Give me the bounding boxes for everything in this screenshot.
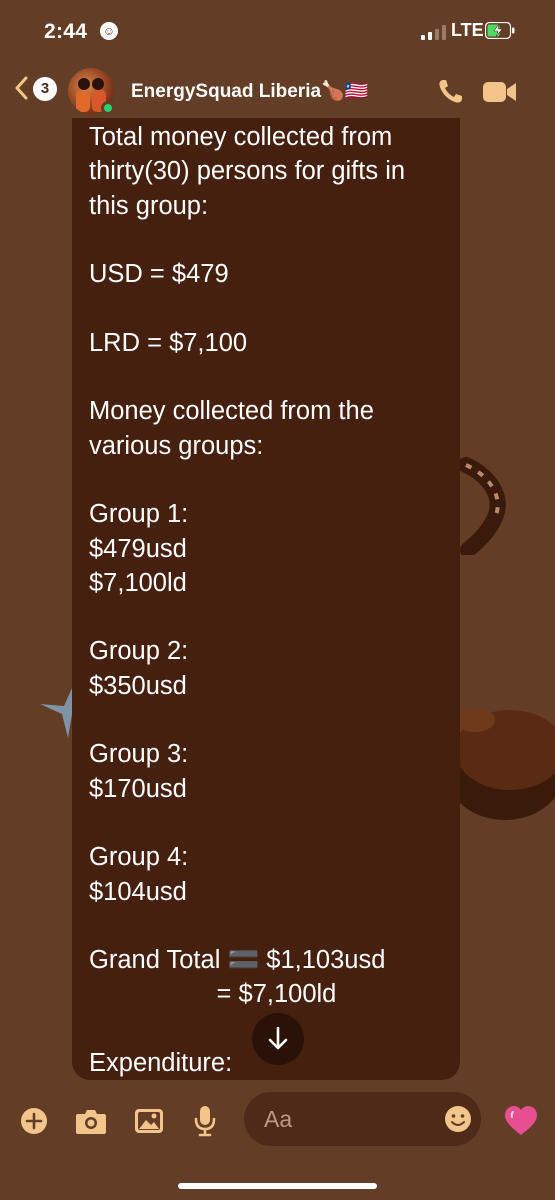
chat-header: 3 EnergySquad Liberia🍗🇱🇷 xyxy=(0,60,555,122)
phone-call-icon[interactable] xyxy=(437,77,465,105)
message-text: Total money collected from thirty(30) pe… xyxy=(89,123,406,1078)
arrow-down-icon xyxy=(268,1026,288,1050)
unread-count-badge[interactable]: 3 xyxy=(33,77,57,101)
smiley-status-icon: ☺ xyxy=(100,22,118,40)
network-type: LTE xyxy=(451,20,484,40)
plus-icon[interactable] xyxy=(20,1107,48,1135)
clock-time: 2:44 xyxy=(44,20,88,43)
battery-charging-icon xyxy=(485,22,515,39)
back-chevron-icon[interactable] xyxy=(14,76,28,100)
chat-title[interactable]: EnergySquad Liberia🍗🇱🇷 xyxy=(131,79,368,103)
signal-strength-icon xyxy=(421,25,446,40)
background-donut-decoration xyxy=(455,708,555,820)
photo-gallery-icon[interactable] xyxy=(134,1107,164,1135)
camera-icon[interactable] xyxy=(75,1107,107,1135)
message-input-placeholder: Aa xyxy=(264,1106,293,1132)
video-call-icon[interactable] xyxy=(482,79,518,105)
message-bubble[interactable]: Total money collected from thirty(30) pe… xyxy=(72,118,460,1080)
heart-reaction-icon[interactable] xyxy=(504,1105,538,1137)
message-input[interactable]: Aa xyxy=(244,1092,481,1146)
microphone-icon[interactable] xyxy=(193,1105,217,1137)
background-candy-decoration xyxy=(458,457,506,555)
emoji-icon[interactable] xyxy=(444,1105,472,1133)
online-status-dot xyxy=(101,101,115,115)
status-bar: 2:44 ☺ LTE xyxy=(0,0,555,60)
scroll-to-bottom-button[interactable] xyxy=(252,1013,304,1065)
home-indicator[interactable] xyxy=(178,1183,377,1189)
